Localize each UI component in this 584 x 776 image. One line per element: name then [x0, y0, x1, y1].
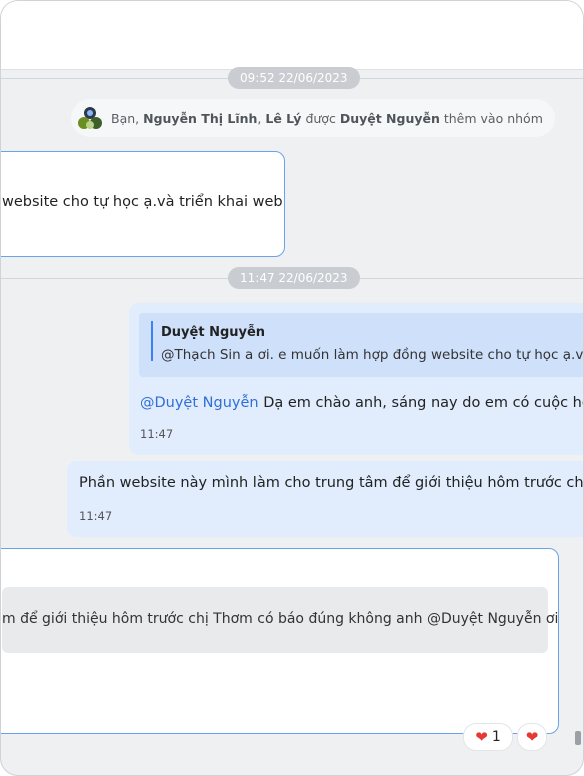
message-bubble[interactable]: m để giới thiệu hôm trước chị Thơm có bá…: [1, 548, 559, 734]
chat-window: 09:52 22/06/2023 Bạn, Nguyễn Thị Lĩnh, L…: [0, 0, 584, 776]
quoted-content: m để giới thiệu hôm trước chị Thơm có bá…: [2, 587, 558, 653]
message-text: Phần website này mình làm cho trung tâm …: [79, 475, 584, 491]
add-reaction-button[interactable]: ❤: [517, 723, 547, 751]
reaction-count-button[interactable]: ❤ 1: [463, 723, 513, 751]
system-text-suffix: thêm vào nhóm: [443, 110, 543, 126]
message-bubble[interactable]: website cho tự học ạ.và triển khai web ạ: [1, 151, 285, 257]
message-bubble[interactable]: Phần website này mình làm cho trung tâm …: [67, 461, 584, 537]
separator: ,: [257, 110, 262, 126]
member-name[interactable]: Nguyễn Thị Lĩnh: [143, 111, 257, 126]
message-time: 11:47: [79, 509, 113, 523]
quote-bar: [151, 321, 153, 361]
system-message: Bạn, Nguyễn Thị Lĩnh, Lê Lý được Duyệt N…: [71, 99, 555, 137]
quote-author: Duyệt Nguyễn: [161, 325, 266, 340]
message-text: website cho tự học ạ.và triển khai web ạ: [2, 194, 285, 210]
reaction-count: 1: [491, 729, 501, 745]
message-body: Dạ em chào anh, sáng nay do em có cuộc h…: [258, 395, 584, 411]
timestamp-pill: 11:47 22/06/2023: [228, 267, 360, 289]
heart-icon: ❤: [475, 728, 488, 746]
member-name[interactable]: Duyệt Nguyễn: [340, 111, 440, 126]
message-bubble[interactable]: Duyệt Nguyễn @Thạch Sin a ơi. e muốn làm…: [129, 303, 584, 455]
group-avatar-icon: [77, 105, 103, 131]
system-text-prefix: Bạn,: [111, 110, 140, 126]
heart-icon: ❤: [525, 728, 539, 746]
timestamp-pill: 09:52 22/06/2023: [228, 67, 360, 89]
system-text-mid: được: [305, 110, 336, 126]
scroll-indicator: [575, 731, 581, 745]
member-name[interactable]: Lê Lý: [265, 111, 301, 126]
chat-header: [1, 1, 583, 70]
message-time: 11:47: [140, 427, 174, 441]
message-text: @Duyệt Nguyễn Dạ em chào anh, sáng nay d…: [140, 395, 584, 411]
message-text: m để giới thiệu hôm trước chị Thơm có bá…: [2, 611, 559, 627]
quote-text: @Thạch Sin a ơi. e muốn làm hợp đồng web…: [161, 347, 584, 363]
mention-link[interactable]: @Duyệt Nguyễn: [140, 395, 259, 411]
reply-quote[interactable]: Duyệt Nguyễn @Thạch Sin a ơi. e muốn làm…: [139, 313, 584, 377]
